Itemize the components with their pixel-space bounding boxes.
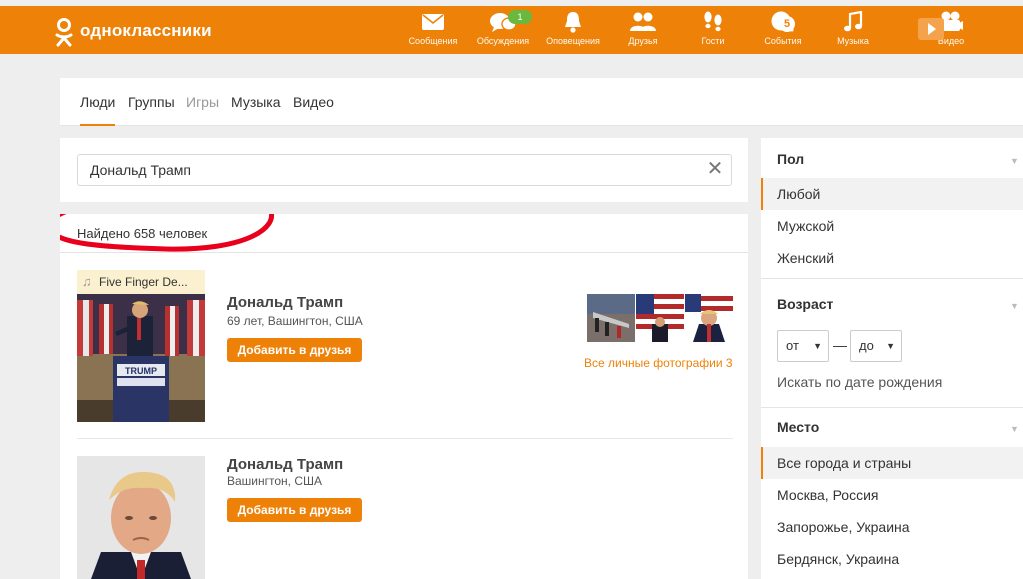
nav-messages[interactable]: Сообщения bbox=[398, 6, 468, 54]
results-count: Найдено 658 человек bbox=[77, 226, 208, 241]
birthday-search-link[interactable]: Искать по дате рождения bbox=[777, 374, 942, 390]
music-note-icon: ♫ bbox=[82, 274, 92, 289]
filter-option-place[interactable]: Запорожье, Украина bbox=[761, 511, 1023, 543]
svg-text:TRUMP: TRUMP bbox=[125, 366, 157, 376]
nav-discussions[interactable]: 1 Обсуждения bbox=[468, 6, 538, 54]
nav-label: Друзья bbox=[628, 36, 658, 46]
tab-games[interactable]: Игры bbox=[186, 94, 219, 110]
nav-label: События bbox=[764, 36, 802, 46]
chevron-down-icon: ▼ bbox=[886, 341, 895, 351]
filter-option-female[interactable]: Женский bbox=[761, 242, 1023, 274]
nav-label: Оповещения bbox=[546, 36, 600, 46]
filter-option-place[interactable]: Москва, Россия bbox=[761, 479, 1023, 511]
results-card: Найдено 658 человек TRUMP ♫ Five Finger … bbox=[60, 214, 748, 579]
filter-option-male[interactable]: Мужской bbox=[761, 210, 1023, 242]
logo-text: одноклассники bbox=[80, 21, 212, 40]
filter-age: Возраст ▼ от ▼ — до ▼ Искать по дате рож… bbox=[761, 278, 1023, 407]
nav-friends[interactable]: Друзья bbox=[608, 6, 678, 54]
portrait-photo bbox=[77, 456, 205, 579]
footprints-icon bbox=[678, 6, 748, 32]
age-to-select[interactable]: до ▼ bbox=[850, 330, 902, 362]
nav-notifications[interactable]: Оповещения bbox=[538, 6, 608, 54]
photo-thumb[interactable] bbox=[636, 294, 684, 342]
age-from-select[interactable]: от ▼ bbox=[777, 330, 829, 362]
search-input[interactable] bbox=[77, 154, 732, 186]
person-name[interactable]: Дональд Трамп bbox=[227, 294, 343, 311]
add-friend-button[interactable]: Добавить в друзья bbox=[227, 338, 362, 362]
main-nav: Сообщения 1 Обсуждения Оповещения Друзья bbox=[398, 6, 986, 54]
tab-music[interactable]: Музыка bbox=[231, 94, 281, 110]
nav-events[interactable]: 5 События bbox=[748, 6, 818, 54]
photo-thumbs bbox=[587, 294, 733, 342]
people-icon bbox=[608, 6, 678, 32]
chevron-down-icon[interactable]: ▼ bbox=[1010, 424, 1019, 434]
chevron-down-icon[interactable]: ▼ bbox=[1010, 156, 1019, 166]
nav-label: Гости bbox=[701, 36, 725, 46]
add-friend-button[interactable]: Добавить в друзья bbox=[227, 498, 362, 522]
music-status[interactable]: ♫ Five Finger De... bbox=[77, 270, 205, 294]
filter-title[interactable]: Пол bbox=[777, 151, 804, 167]
photo-thumb[interactable] bbox=[685, 294, 733, 342]
filter-title[interactable]: Возраст bbox=[777, 296, 833, 312]
divider bbox=[60, 252, 748, 253]
play-icon[interactable] bbox=[918, 18, 944, 40]
search-tabs: Люди Группы Игры Музыка Видео bbox=[60, 78, 1023, 126]
filter-gender: Пол ▼ Любой Мужской Женский bbox=[761, 138, 1023, 278]
person-name[interactable]: Дональд Трамп bbox=[227, 456, 343, 473]
avatar[interactable]: TRUMP ♫ Five Finger De... bbox=[77, 270, 205, 422]
filter-option-all-places[interactable]: Все города и страны bbox=[761, 447, 1023, 479]
events-badge: 5 bbox=[779, 16, 795, 32]
photo-thumb[interactable] bbox=[587, 294, 635, 342]
nav-guests[interactable]: Гости bbox=[678, 6, 748, 54]
age-to-value: до bbox=[859, 338, 874, 353]
nav-label: Музыка bbox=[837, 36, 869, 46]
tab-groups[interactable]: Группы bbox=[128, 94, 175, 110]
envelope-icon bbox=[398, 6, 468, 32]
chevron-down-icon[interactable]: ▼ bbox=[1010, 301, 1019, 311]
bell-icon bbox=[538, 6, 608, 33]
all-photos-link[interactable]: Все личные фотографии 3 bbox=[584, 356, 733, 370]
logo[interactable]: одноклассники bbox=[54, 17, 212, 47]
person-result: TRUMP ♫ Five Finger De... Дональд Трамп … bbox=[77, 270, 733, 422]
filter-option-place[interactable]: Бердянск, Украина bbox=[761, 543, 1023, 575]
top-bar: одноклассники Сообщения 1 Обсуждения Опо… bbox=[0, 6, 1023, 54]
tab-people[interactable]: Люди bbox=[80, 94, 116, 126]
divider bbox=[761, 278, 1023, 279]
person-meta: 69 лет, Вашингтон, США bbox=[227, 314, 363, 328]
age-from-value: от bbox=[786, 338, 799, 353]
music-note-icon bbox=[818, 6, 888, 32]
filter-place: Место ▼ Все города и страны Москва, Росс… bbox=[761, 407, 1023, 579]
discussions-badge: 1 bbox=[508, 10, 532, 24]
tab-video[interactable]: Видео bbox=[293, 94, 334, 110]
close-icon[interactable]: ✕ bbox=[706, 159, 724, 179]
filter-title[interactable]: Место bbox=[777, 419, 819, 435]
chevron-down-icon: ▼ bbox=[813, 341, 822, 351]
person-result: Дональд Трамп Вашингтон, США Добавить в … bbox=[77, 456, 733, 579]
avatar[interactable] bbox=[77, 456, 205, 579]
range-dash: — bbox=[833, 337, 847, 353]
ok-logo-icon bbox=[54, 17, 74, 47]
music-track: Five Finger De... bbox=[99, 275, 188, 289]
nav-music[interactable]: Музыка bbox=[818, 6, 888, 54]
search-card: ✕ bbox=[60, 138, 748, 202]
divider bbox=[77, 438, 733, 439]
nav-label: Сообщения bbox=[408, 36, 458, 46]
person-meta: Вашингтон, США bbox=[227, 474, 323, 488]
filter-option-any[interactable]: Любой bbox=[761, 178, 1023, 210]
nav-label: Обсуждения bbox=[476, 36, 530, 46]
divider bbox=[761, 407, 1023, 408]
